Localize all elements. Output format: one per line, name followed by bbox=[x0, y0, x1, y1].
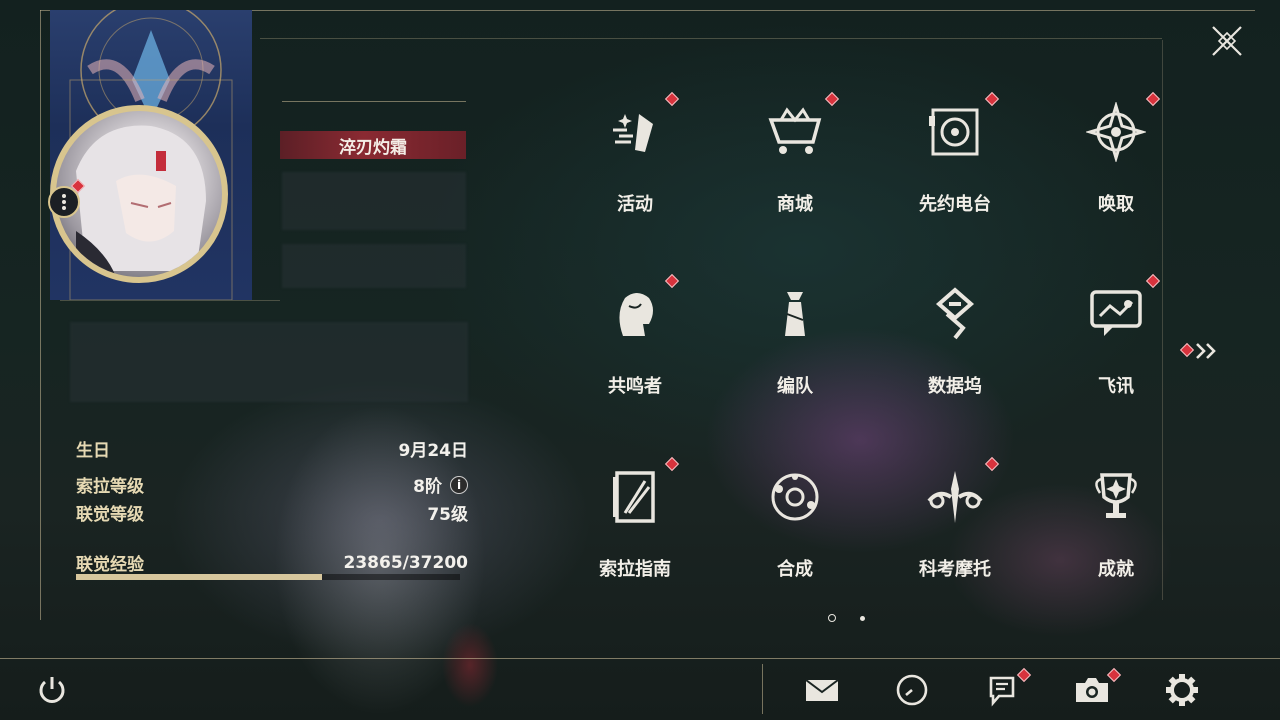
close-icon bbox=[1212, 26, 1242, 56]
more-vertical-icon bbox=[62, 192, 66, 212]
avatar-image bbox=[76, 125, 206, 277]
menu-item-synthesis[interactable]: 合成 bbox=[735, 455, 855, 605]
birthday-label: 生日 bbox=[76, 441, 110, 461]
union-exp-value: 23865/37200 bbox=[343, 552, 469, 573]
menu-item-motorcycle[interactable]: 科考摩托 bbox=[895, 455, 1015, 605]
messenger-icon bbox=[1090, 290, 1142, 336]
background-character-detail bbox=[430, 610, 510, 720]
notice-button[interactable] bbox=[982, 670, 1022, 710]
convene-icon bbox=[1086, 102, 1146, 162]
menu-item-label: 科考摩托 bbox=[919, 559, 991, 580]
camera-button[interactable] bbox=[1072, 670, 1112, 710]
double-chevron-right-icon bbox=[1196, 343, 1216, 359]
frame-header-line bbox=[260, 38, 1162, 39]
team-icon bbox=[785, 292, 805, 336]
menu-item-guide[interactable]: 索拉指南 bbox=[575, 455, 695, 605]
avatar-options-button[interactable] bbox=[48, 186, 80, 218]
union-exp-bar bbox=[76, 574, 460, 580]
activity-icon bbox=[613, 114, 653, 152]
menu-item-shop[interactable]: 商城 bbox=[735, 90, 855, 240]
sol-level-row: 索拉等级 8阶 i bbox=[76, 472, 468, 497]
more-notification-dot bbox=[1179, 342, 1195, 358]
union-level-label: 联觉等级 bbox=[76, 505, 144, 525]
blurred-signature bbox=[70, 322, 468, 402]
next-page-button[interactable] bbox=[1194, 340, 1234, 362]
settings-icon bbox=[1166, 674, 1198, 706]
notification-dot bbox=[824, 91, 840, 107]
page-indicator-2[interactable] bbox=[860, 616, 865, 621]
menu-item-label: 编队 bbox=[777, 376, 813, 397]
camera-icon bbox=[1076, 678, 1108, 702]
menu-item-trophy[interactable]: 成就 bbox=[1056, 455, 1176, 605]
menu-item-label: 唤取 bbox=[1098, 194, 1134, 215]
data-bank-icon bbox=[935, 287, 975, 340]
settings-button[interactable] bbox=[1162, 670, 1202, 710]
info-icon[interactable]: i bbox=[450, 475, 468, 494]
notification-dot bbox=[664, 273, 680, 289]
frame-left-line bbox=[40, 10, 41, 620]
birthday-row: 生日 9月24日 bbox=[76, 436, 468, 461]
notification-dot bbox=[1145, 273, 1161, 289]
notification-dot bbox=[984, 91, 1000, 107]
menu-item-messenger[interactable]: 飞讯 bbox=[1056, 272, 1176, 422]
menu-item-label: 活动 bbox=[617, 194, 653, 215]
blurred-info-2 bbox=[282, 244, 466, 288]
radio-icon bbox=[929, 108, 979, 156]
synthesis-icon bbox=[771, 473, 819, 521]
menu-item-radio[interactable]: 先约电台 bbox=[895, 90, 1015, 240]
motorcycle-icon bbox=[927, 471, 983, 523]
menu-item-label: 先约电台 bbox=[919, 194, 991, 215]
notice-icon bbox=[989, 676, 1015, 707]
birthday-value: 9月24日 bbox=[398, 441, 469, 461]
bottom-divider bbox=[0, 658, 1280, 659]
menu-item-data-bank[interactable]: 数据坞 bbox=[895, 272, 1015, 422]
menu-item-label: 共鸣者 bbox=[608, 376, 662, 397]
menu-item-label: 商城 bbox=[777, 194, 813, 215]
name-top-line bbox=[282, 101, 466, 102]
mail-button[interactable] bbox=[802, 670, 842, 710]
history-button[interactable] bbox=[892, 670, 932, 710]
trophy-icon bbox=[1095, 473, 1137, 518]
menu-item-resonator[interactable]: 共鸣者 bbox=[575, 272, 695, 422]
menu-item-activity[interactable]: 活动 bbox=[575, 90, 695, 240]
union-exp-label: 联觉经验 bbox=[76, 555, 144, 575]
blurred-info-1 bbox=[282, 172, 466, 230]
menu-item-label: 索拉指南 bbox=[599, 559, 671, 580]
player-name: 淬刃灼霜 bbox=[339, 137, 407, 158]
page-indicator-1[interactable] bbox=[828, 614, 836, 622]
player-name-banner: 淬刃灼霜 bbox=[280, 131, 466, 159]
sol-level-label: 索拉等级 bbox=[76, 477, 144, 497]
sol-level-value: 8阶 bbox=[413, 477, 442, 497]
close-button[interactable] bbox=[1206, 20, 1248, 62]
union-level-value: 75级 bbox=[427, 505, 468, 525]
clock-icon bbox=[896, 674, 928, 706]
menu-item-label: 成就 bbox=[1098, 559, 1134, 580]
power-icon bbox=[39, 677, 65, 703]
menu-item-label: 数据坞 bbox=[928, 376, 982, 397]
menu-item-convene[interactable]: 唤取 bbox=[1056, 90, 1176, 240]
notification-dot bbox=[664, 456, 680, 472]
shop-icon bbox=[768, 107, 822, 154]
union-level-row: 联觉等级 75级 bbox=[76, 500, 468, 525]
menu-item-team[interactable]: 编队 bbox=[735, 272, 855, 422]
resonator-icon bbox=[619, 293, 653, 336]
menu-item-label: 合成 bbox=[777, 559, 813, 580]
bottom-separator bbox=[762, 664, 763, 714]
union-exp-bar-fill bbox=[76, 574, 323, 580]
notification-dot bbox=[984, 456, 1000, 472]
info-divider-line bbox=[60, 300, 280, 301]
notification-dot bbox=[1145, 91, 1161, 107]
power-button[interactable] bbox=[32, 670, 72, 710]
menu-item-label: 飞讯 bbox=[1098, 376, 1134, 397]
union-exp-row: 联觉经验 23865/37200 bbox=[76, 550, 469, 576]
mail-icon bbox=[805, 679, 839, 701]
notification-dot bbox=[664, 91, 680, 107]
guide-icon bbox=[613, 471, 655, 523]
